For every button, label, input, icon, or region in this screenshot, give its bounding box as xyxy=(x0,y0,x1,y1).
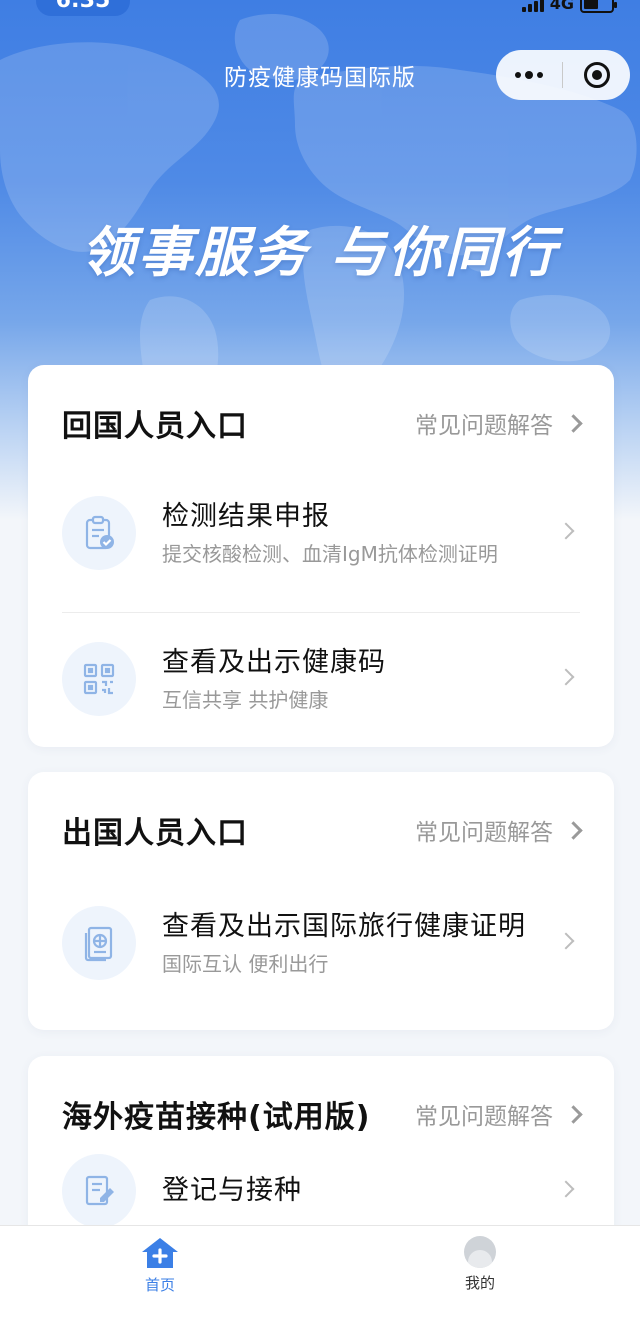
qr-code-icon xyxy=(62,642,136,716)
bottom-tab-bar: 首页 我的 xyxy=(0,1225,640,1317)
divider xyxy=(62,612,580,613)
close-miniprogram-button[interactable] xyxy=(563,62,630,88)
item-title: 查看及出示健康码 xyxy=(162,647,386,678)
status-time: 6:35 xyxy=(36,0,130,16)
item-title: 检测结果申报 xyxy=(162,501,330,532)
tab-label: 首页 xyxy=(144,1276,175,1294)
status-indicators: 4G xyxy=(521,0,617,13)
outbound-travelers-card: 出国人员入口 常见问题解答 查看及出示国际旅行健康证明 国际互认 便利出行 xyxy=(28,772,614,1030)
list-item-health-code[interactable]: 查看及出示健康码 互信共享 共护健康 xyxy=(62,637,580,721)
signal-icon xyxy=(521,0,544,12)
list-item-register-vaccinate[interactable]: 登记与接种 xyxy=(62,1152,580,1230)
tab-label: 我的 xyxy=(464,1274,495,1292)
item-title: 登记与接种 xyxy=(162,1175,302,1206)
list-item-travel-health-certificate[interactable]: 查看及出示国际旅行健康证明 国际互认 便利出行 xyxy=(62,884,580,1002)
network-type: 4G xyxy=(549,0,574,13)
returning-travelers-card: 回国人员入口 常见问题解答 检测结果申报 提交核酸检测、血清IgM抗体检测证明 xyxy=(28,365,614,747)
tab-home[interactable]: 首页 xyxy=(100,1236,220,1295)
faq-label: 常见问题解答 xyxy=(415,413,553,439)
chevron-right-icon xyxy=(564,413,583,433)
list-item-test-result-report[interactable]: 检测结果申报 提交核酸检测、血清IgM抗体检测证明 xyxy=(62,483,580,583)
faq-label: 常见问题解答 xyxy=(415,820,553,846)
section-title: 出国人员入口 xyxy=(62,816,248,851)
item-subtitle: 互信共享 共护健康 xyxy=(162,688,329,712)
passport-icon xyxy=(62,906,136,980)
home-icon xyxy=(140,1236,180,1270)
more-options-icon[interactable] xyxy=(496,71,562,79)
battery-icon xyxy=(580,0,617,13)
miniprogram-capsule xyxy=(496,50,630,100)
section-title: 海外疫苗接种(试用版) xyxy=(62,1100,371,1135)
faq-link[interactable]: 常见问题解答 xyxy=(415,813,583,847)
item-title: 查看及出示国际旅行健康证明 xyxy=(162,911,526,942)
item-subtitle: 国际互认 便利出行 xyxy=(162,952,329,976)
item-subtitle: 提交核酸检测、血清IgM抗体检测证明 xyxy=(162,542,498,566)
chevron-right-icon xyxy=(564,1104,583,1124)
faq-link[interactable]: 常见问题解答 xyxy=(415,406,583,440)
tab-mine[interactable]: 我的 xyxy=(420,1236,540,1293)
form-pen-icon xyxy=(62,1154,136,1228)
chevron-right-icon xyxy=(564,820,583,840)
target-close-icon xyxy=(583,62,610,88)
avatar-icon xyxy=(464,1236,496,1268)
section-title: 回国人员入口 xyxy=(62,409,248,444)
clipboard-check-icon xyxy=(62,496,136,570)
hero-slogan: 领事服务 与你同行 xyxy=(81,221,559,284)
faq-label: 常见问题解答 xyxy=(415,1104,553,1130)
faq-link[interactable]: 常见问题解答 xyxy=(415,1097,583,1131)
